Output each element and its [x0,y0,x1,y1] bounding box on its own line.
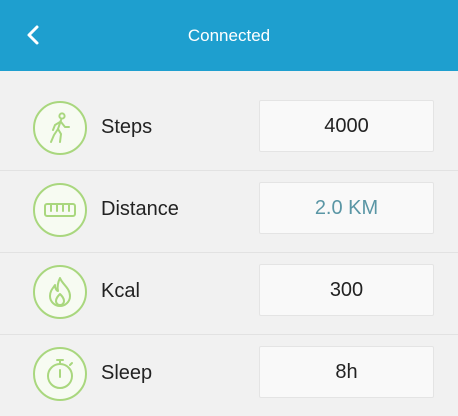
kcal-icon-badge [33,265,87,319]
sleep-icon-badge [33,347,87,401]
kcal-row: Kcal 300 [0,252,458,334]
steps-icon-badge [33,101,87,155]
kcal-label: Kcal [101,280,140,302]
distance-value[interactable]: 2.0 KM [259,182,434,234]
distance-icon-badge [33,183,87,237]
sleep-row: Sleep 8h [0,334,458,416]
steps-row: Steps 4000 [0,88,458,170]
steps-value[interactable]: 4000 [259,100,434,152]
kcal-value[interactable]: 300 [259,264,434,316]
flame-icon [49,277,71,307]
distance-label: Distance [101,198,179,220]
metrics-list: Steps 4000 Distance 2.0 KM Kcal 300 Slee… [0,88,458,416]
distance-row: Distance 2.0 KM [0,170,458,252]
top-bar: Connected [0,0,458,71]
sleep-label: Sleep [101,362,153,384]
stopwatch-icon [47,359,73,389]
sleep-value[interactable]: 8h [259,346,434,398]
walking-person-icon [50,112,70,143]
chevron-left-icon [27,25,39,45]
steps-label: Steps [101,116,153,138]
page-title: Connected [187,25,271,45]
back-button[interactable] [22,24,44,46]
ruler-icon [44,203,76,217]
